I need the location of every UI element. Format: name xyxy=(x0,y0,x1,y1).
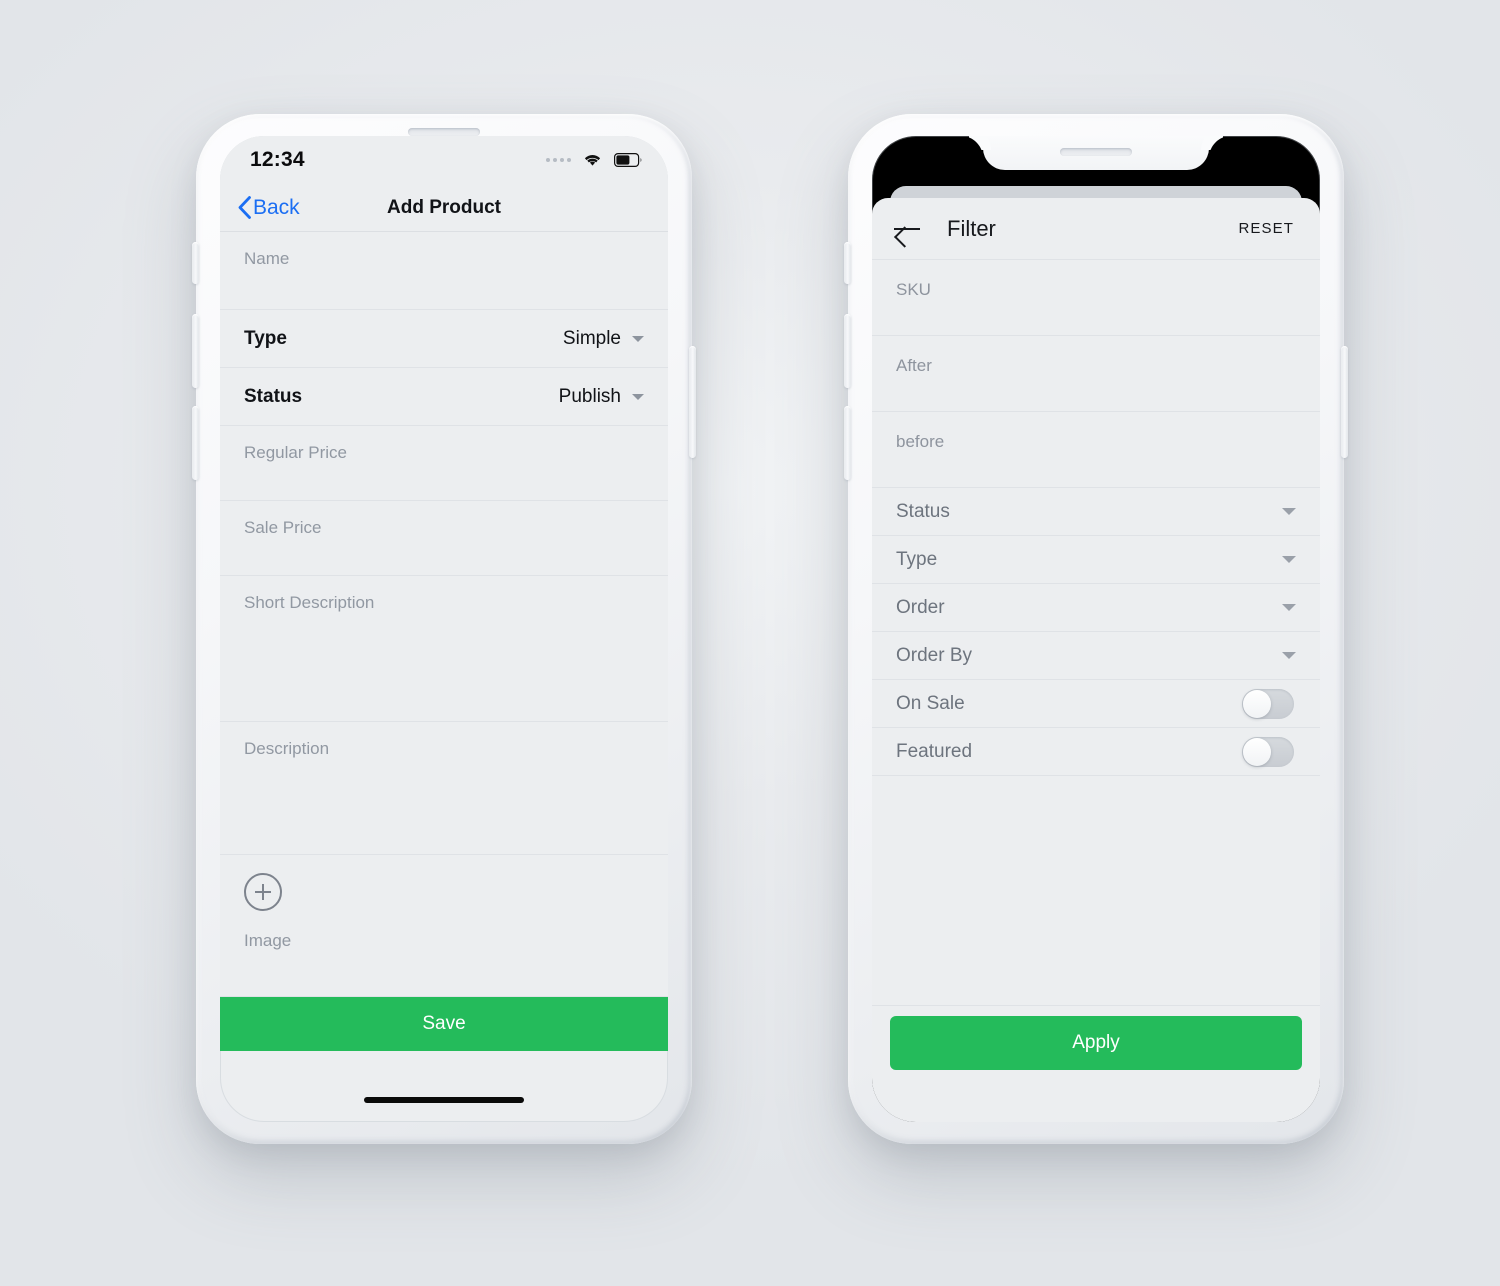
filter-sheet: Filter RESET SKU After before Status Typ… xyxy=(872,198,1320,1122)
toggle-knob xyxy=(1243,737,1271,766)
type-select[interactable]: Type Simple xyxy=(220,310,668,368)
toggle-knob xyxy=(1243,689,1271,718)
sku-placeholder: SKU xyxy=(896,280,931,299)
type-select-value: Simple xyxy=(562,327,621,349)
caret-down-icon xyxy=(1282,508,1296,515)
description-field[interactable]: Description xyxy=(220,722,668,855)
caret-down-icon xyxy=(1282,604,1296,611)
battery-icon xyxy=(614,153,642,167)
signal-dots-icon xyxy=(546,158,571,162)
caret-down-icon xyxy=(632,335,644,342)
status-select[interactable]: Status Publish xyxy=(220,368,668,426)
before-date-field[interactable]: before xyxy=(872,412,1320,488)
on-sale-label: On Sale xyxy=(896,692,965,714)
back-button[interactable]: Back xyxy=(238,196,300,220)
type-select-label: Type xyxy=(244,327,287,349)
bottom-safe-area xyxy=(872,1070,1320,1122)
regular-price-placeholder: Regular Price xyxy=(244,443,347,462)
name-field[interactable]: Name xyxy=(220,232,668,310)
status-bar-time: 12:34 xyxy=(250,148,305,171)
phone-volume-down-button[interactable] xyxy=(844,406,851,480)
filter-order-by-select[interactable]: Order By xyxy=(872,632,1320,680)
filter-order-label: Order xyxy=(896,596,945,618)
earpiece-speaker xyxy=(408,128,480,136)
featured-label: Featured xyxy=(896,740,973,762)
short-description-field[interactable]: Short Description xyxy=(220,576,668,722)
sale-price-field[interactable]: Sale Price xyxy=(220,501,668,576)
filter-form: SKU After before Status Type Order Order… xyxy=(872,260,1320,776)
filter-order-select[interactable]: Order xyxy=(872,584,1320,632)
ios-status-bar: 12:34 xyxy=(220,136,668,184)
screen-filter: Filter RESET SKU After before Status Typ… xyxy=(872,136,1320,1122)
before-placeholder: before xyxy=(896,432,945,451)
phone-volume-up-button[interactable] xyxy=(844,314,851,388)
caret-down-icon xyxy=(632,393,644,400)
caret-down-icon xyxy=(1282,652,1296,659)
name-field-placeholder: Name xyxy=(244,249,290,268)
filter-type-select[interactable]: Type xyxy=(872,536,1320,584)
filter-type-label: Type xyxy=(896,548,938,570)
phone-volume-up-button[interactable] xyxy=(192,314,199,388)
after-placeholder: After xyxy=(896,356,932,375)
caret-down-icon xyxy=(1282,556,1296,563)
chevron-left-icon xyxy=(238,196,251,219)
filter-status-label: Status xyxy=(896,500,950,522)
on-sale-row[interactable]: On Sale xyxy=(872,680,1320,728)
filter-order-by-label: Order By xyxy=(896,644,973,666)
sku-field[interactable]: SKU xyxy=(872,260,1320,336)
add-product-form: Name Type Simple Status Publish Regular … xyxy=(220,232,668,1051)
phone-volume-down-button[interactable] xyxy=(192,406,199,480)
on-sale-toggle[interactable] xyxy=(1242,688,1294,719)
filter-footer: Apply xyxy=(872,1005,1320,1070)
save-button[interactable]: Save xyxy=(220,997,668,1051)
filter-status-select[interactable]: Status xyxy=(872,488,1320,536)
image-label: Image xyxy=(244,931,292,950)
ios-nav-bar: Back Add Product xyxy=(220,184,668,232)
phone-device-right: Filter RESET SKU After before Status Typ… xyxy=(844,114,1348,1144)
filter-title: Filter xyxy=(947,215,996,241)
apply-button[interactable]: Apply xyxy=(890,1016,1302,1070)
plus-circle-icon[interactable] xyxy=(244,873,282,911)
arrow-left-icon[interactable] xyxy=(894,218,922,240)
featured-toggle[interactable] xyxy=(1242,736,1294,767)
wifi-icon xyxy=(584,155,601,166)
phone-device-left: 12:34 Back Add Product Name Type Simple … xyxy=(192,114,696,1144)
phone-mute-switch[interactable] xyxy=(844,242,851,284)
home-indicator xyxy=(364,1097,524,1103)
screen-add-product: 12:34 Back Add Product Name Type Simple … xyxy=(220,136,668,1122)
sale-price-placeholder: Sale Price xyxy=(244,518,322,537)
reset-button[interactable]: RESET xyxy=(1238,220,1294,237)
phone-power-button[interactable] xyxy=(1341,346,1348,458)
filter-empty-space xyxy=(872,776,1320,1005)
regular-price-field[interactable]: Regular Price xyxy=(220,426,668,501)
phone-mute-switch[interactable] xyxy=(192,242,199,284)
back-button-label: Back xyxy=(253,195,300,219)
description-placeholder: Description xyxy=(244,739,330,758)
status-select-label: Status xyxy=(244,385,303,407)
status-select-value: Publish xyxy=(558,385,621,407)
filter-app-bar: Filter RESET xyxy=(872,198,1320,260)
after-date-field[interactable]: After xyxy=(872,336,1320,412)
phone-power-button[interactable] xyxy=(689,346,696,458)
featured-row[interactable]: Featured xyxy=(872,728,1320,776)
earpiece-speaker xyxy=(1060,148,1132,156)
short-description-placeholder: Short Description xyxy=(244,593,375,612)
image-picker[interactable]: Image xyxy=(220,873,668,997)
